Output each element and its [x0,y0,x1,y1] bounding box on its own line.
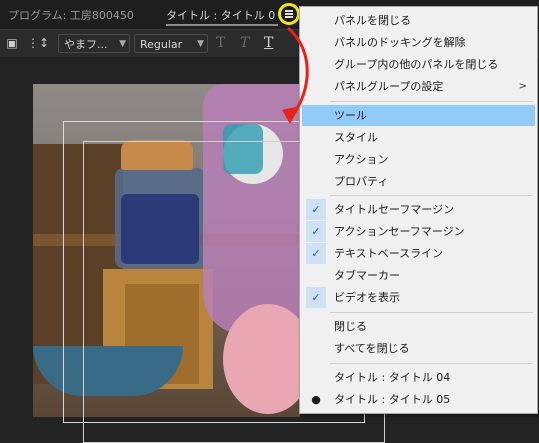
chevron-down-icon: ▼ [119,39,126,49]
menu-item-undock-panel[interactable]: パネルのドッキングを解除 [302,32,535,53]
menu-item-tools[interactable]: ツール [302,105,535,126]
menu-item-text-baselines[interactable]: ✓ テキストベースライン [302,243,535,264]
menu-item-tab-markers[interactable]: タブマーカー [302,265,535,286]
menu-icon-line [285,13,293,15]
italic-button[interactable]: T [240,35,249,51]
viewer-padding [33,57,300,84]
chevron-down-icon: ▼ [197,39,204,49]
bullet-icon: ● [311,393,321,406]
menu-separator [330,312,533,313]
menu-item-close-other-panels[interactable]: グループ内の他のパネルを閉じる [302,54,535,75]
chevron-right-icon: > [518,81,527,92]
menu-item-show-video[interactable]: ✓ ビデオを表示 [302,287,535,308]
menu-item-title-safe-margin[interactable]: ✓ タイトルセーフマージン [302,199,535,220]
bold-button[interactable]: T [216,35,225,51]
menu-item-actions[interactable]: アクション [302,149,535,170]
font-family-select[interactable]: やまフ... ▼ [58,34,130,53]
checkmark-icon: ✓ [306,243,326,264]
checkmark-icon: ✓ [306,199,326,220]
active-tab-underline [166,24,278,26]
annotation-arrow [282,26,309,124]
menu-item-close[interactable]: 閉じる [302,316,535,337]
menu-item-panel-group-settings[interactable]: パネルグループの設定 > [302,76,535,97]
tools-panel [0,57,33,417]
align-icon[interactable]: ⋮↕ [27,36,49,50]
program-monitor-tab[interactable]: プログラム: 工房800450 [8,7,134,23]
checkmark-icon: ✓ [306,287,326,308]
menu-item-properties[interactable]: プロパティ [302,171,535,192]
menu-separator [330,363,533,364]
checkmark-icon: ✓ [306,221,326,242]
menu-icon-line [285,16,293,18]
frame-icon[interactable]: ▣ [5,36,19,50]
font-style-select[interactable]: Regular ▼ [134,34,208,53]
menu-item-styles[interactable]: スタイル [302,127,535,148]
menu-separator [330,195,533,196]
font-style-value: Regular [140,38,183,51]
title-tab[interactable]: タイトル : タイトル 05 [166,7,276,23]
menu-item-title-05[interactable]: ● タイトル : タイトル 05 [302,389,535,410]
panel-menu: パネルを閉じる パネルのドッキングを解除 グループ内の他のパネルを閉じる パネル… [299,6,538,414]
font-family-value: やまフ... [64,38,108,51]
menu-separator [330,101,533,102]
menu-item-action-safe-margin[interactable]: ✓ アクションセーフマージン [302,221,535,242]
menu-item-close-panel[interactable]: パネルを閉じる [302,10,535,31]
menu-icon [285,10,293,12]
menu-item-close-all[interactable]: すべてを閉じる [302,338,535,359]
menu-item-title-04[interactable]: タイトル : タイトル 04 [302,367,535,388]
